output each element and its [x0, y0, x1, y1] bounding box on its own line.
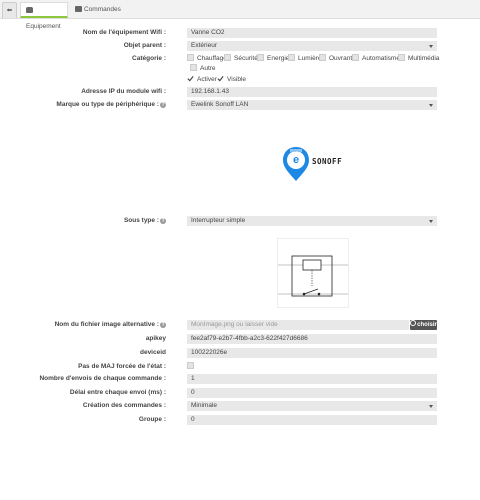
creation-label-text: Création des commandes :: [82, 402, 166, 409]
checkbox-box: [187, 362, 194, 369]
switch-schematic-diagram: [278, 255, 348, 297]
list-icon: [75, 6, 82, 12]
brand-select-value: Ewelink Sonoff LAN: [191, 101, 249, 108]
sends-label-text: Nombre d'envois de chaque commande :: [39, 375, 166, 382]
category-name: Ouvrant: [329, 55, 353, 62]
help-icon[interactable]: ?: [160, 102, 166, 108]
subtype-label-text: Sous type :: [123, 217, 159, 224]
category-name: Sécurité: [234, 55, 258, 62]
category-name: Multimédia: [408, 55, 440, 62]
deviceid-input[interactable]: 100222026e: [187, 348, 437, 358]
category-name: Energie: [267, 55, 290, 62]
category-label-text: Catégorie :: [132, 55, 166, 62]
delay-label: Délai entre chaque envoi (ms) :: [14, 388, 166, 398]
brand-label: Marque ou type de périphérique :?: [14, 100, 166, 110]
checkbox-box: [224, 54, 231, 61]
checkmark-icon: [187, 76, 194, 82]
checkbox-box: [319, 54, 326, 61]
name-label-text: Nom de l'équipement Wifi :: [82, 29, 166, 36]
sends-label: Nombre d'envois de chaque commande :: [14, 374, 166, 384]
category-checkbox-multimedia[interactable]: Multimédia: [398, 54, 439, 64]
checkbox-box: [352, 54, 359, 61]
category-checkbox-energie[interactable]: Energie: [257, 54, 289, 64]
sonoff-logo: eWeLink e SONOFF: [282, 144, 352, 184]
delay-input[interactable]: 0: [187, 388, 437, 398]
visible-checkbox[interactable]: Visible: [217, 75, 246, 85]
sends-input[interactable]: 1: [187, 374, 437, 384]
choose-button-label: choisir: [417, 322, 437, 328]
subtype-label: Sous type :?: [14, 216, 166, 226]
help-icon[interactable]: ?: [160, 218, 166, 224]
checkbox-box: [288, 54, 295, 61]
nomaj-checkbox[interactable]: [187, 362, 197, 372]
choose-button[interactable]: choisir: [410, 320, 437, 330]
category-label: Catégorie :: [14, 54, 166, 64]
category-name: Lumière: [298, 55, 322, 62]
group-label-text: Groupe :: [138, 416, 166, 423]
category-checkbox-lumiere[interactable]: Lumière: [288, 54, 321, 64]
help-icon[interactable]: ?: [160, 322, 166, 328]
category-checkbox-chauffage[interactable]: Chauffage: [187, 54, 227, 64]
tab-commands[interactable]: Commandes: [70, 2, 130, 18]
choose-button-icon: [410, 320, 417, 326]
creation-select[interactable]: Minimale: [187, 401, 437, 411]
tab-bar: ⬅ Equipement Commandes: [0, 0, 480, 30]
activate-checkbox[interactable]: Activer: [187, 75, 217, 85]
nomaj-label-text: Pas de MAJ forcée de l'état :: [78, 363, 166, 370]
checkbox-box: [398, 54, 405, 61]
ip-label: Adresse IP du module wifi :: [14, 87, 166, 97]
switch-schematic: [277, 238, 349, 308]
creation-label: Création des commandes :: [14, 401, 166, 411]
parent-select[interactable]: Extérieur: [187, 41, 437, 51]
visible-label: Visible: [227, 76, 247, 83]
alt-image-label-text: Nom du fichier image alternative :: [54, 321, 159, 328]
deviceid-label: deviceid: [14, 348, 166, 358]
tab-equipment[interactable]: Equipement: [20, 2, 68, 30]
category-checkbox-autre[interactable]: Autre: [190, 64, 216, 74]
group-input[interactable]: 0: [187, 415, 437, 425]
category-checkbox-automatisme[interactable]: Automatisme: [352, 54, 400, 64]
back-button[interactable]: ⬅: [2, 2, 17, 18]
checkbox-box: [187, 54, 194, 61]
brand-select[interactable]: Ewelink Sonoff LAN: [187, 100, 437, 110]
category-name: Autre: [200, 65, 216, 72]
subtype-select-value: Interrupteur simple: [191, 217, 246, 224]
brand-label-text: Marque ou type de périphérique :: [56, 101, 159, 108]
category-name: Automatisme: [362, 55, 400, 62]
checkbox-box: [190, 64, 197, 71]
apikey-label: apikey: [14, 334, 166, 344]
name-input[interactable]: Vanne CO2: [187, 28, 437, 38]
alt-image-label: Nom du fichier image alternative :?: [14, 320, 166, 330]
ip-label-text: Adresse IP du module wifi :: [81, 88, 166, 95]
checkbox-box: [257, 54, 264, 61]
name-label: Nom de l'équipement Wifi :: [14, 28, 166, 38]
apikey-label-text: apikey: [145, 335, 166, 342]
alt-image-input[interactable]: MonImage.png ou laisser vide: [187, 320, 409, 330]
activate-label: Activer: [197, 76, 217, 83]
category-checkbox-securite[interactable]: Sécurité: [224, 54, 258, 64]
creation-select-value: Minimale: [191, 402, 218, 409]
subtype-select[interactable]: Interrupteur simple: [187, 216, 437, 226]
tachometer-icon: [26, 7, 33, 13]
ip-input[interactable]: 192.168.1.43: [187, 87, 437, 97]
group-label: Groupe :: [14, 415, 166, 425]
nomaj-label: Pas de MAJ forcée de l'état :: [14, 362, 166, 372]
deviceid-label-text: deviceid: [139, 349, 166, 356]
sonoff-logo-badge: e: [292, 154, 300, 166]
back-arrow-icon: ⬅: [6, 7, 13, 14]
checkmark-icon: [217, 76, 224, 82]
tab-commands-label: Commandes: [84, 6, 121, 13]
sonoff-logo-text: SONOFF: [312, 157, 343, 166]
parent-label: Objet parent :: [14, 41, 166, 51]
category-name: Chauffage: [197, 55, 227, 62]
delay-label-text: Délai entre chaque envoi (ms) :: [69, 389, 166, 396]
apikey-input[interactable]: fee2af79-e2b7-4fbb-a2c3-622f427d6686: [187, 334, 437, 344]
parent-label-text: Objet parent :: [123, 42, 166, 49]
parent-select-value: Extérieur: [191, 42, 218, 49]
category-checkbox-ouvrant[interactable]: Ouvrant: [319, 54, 352, 64]
